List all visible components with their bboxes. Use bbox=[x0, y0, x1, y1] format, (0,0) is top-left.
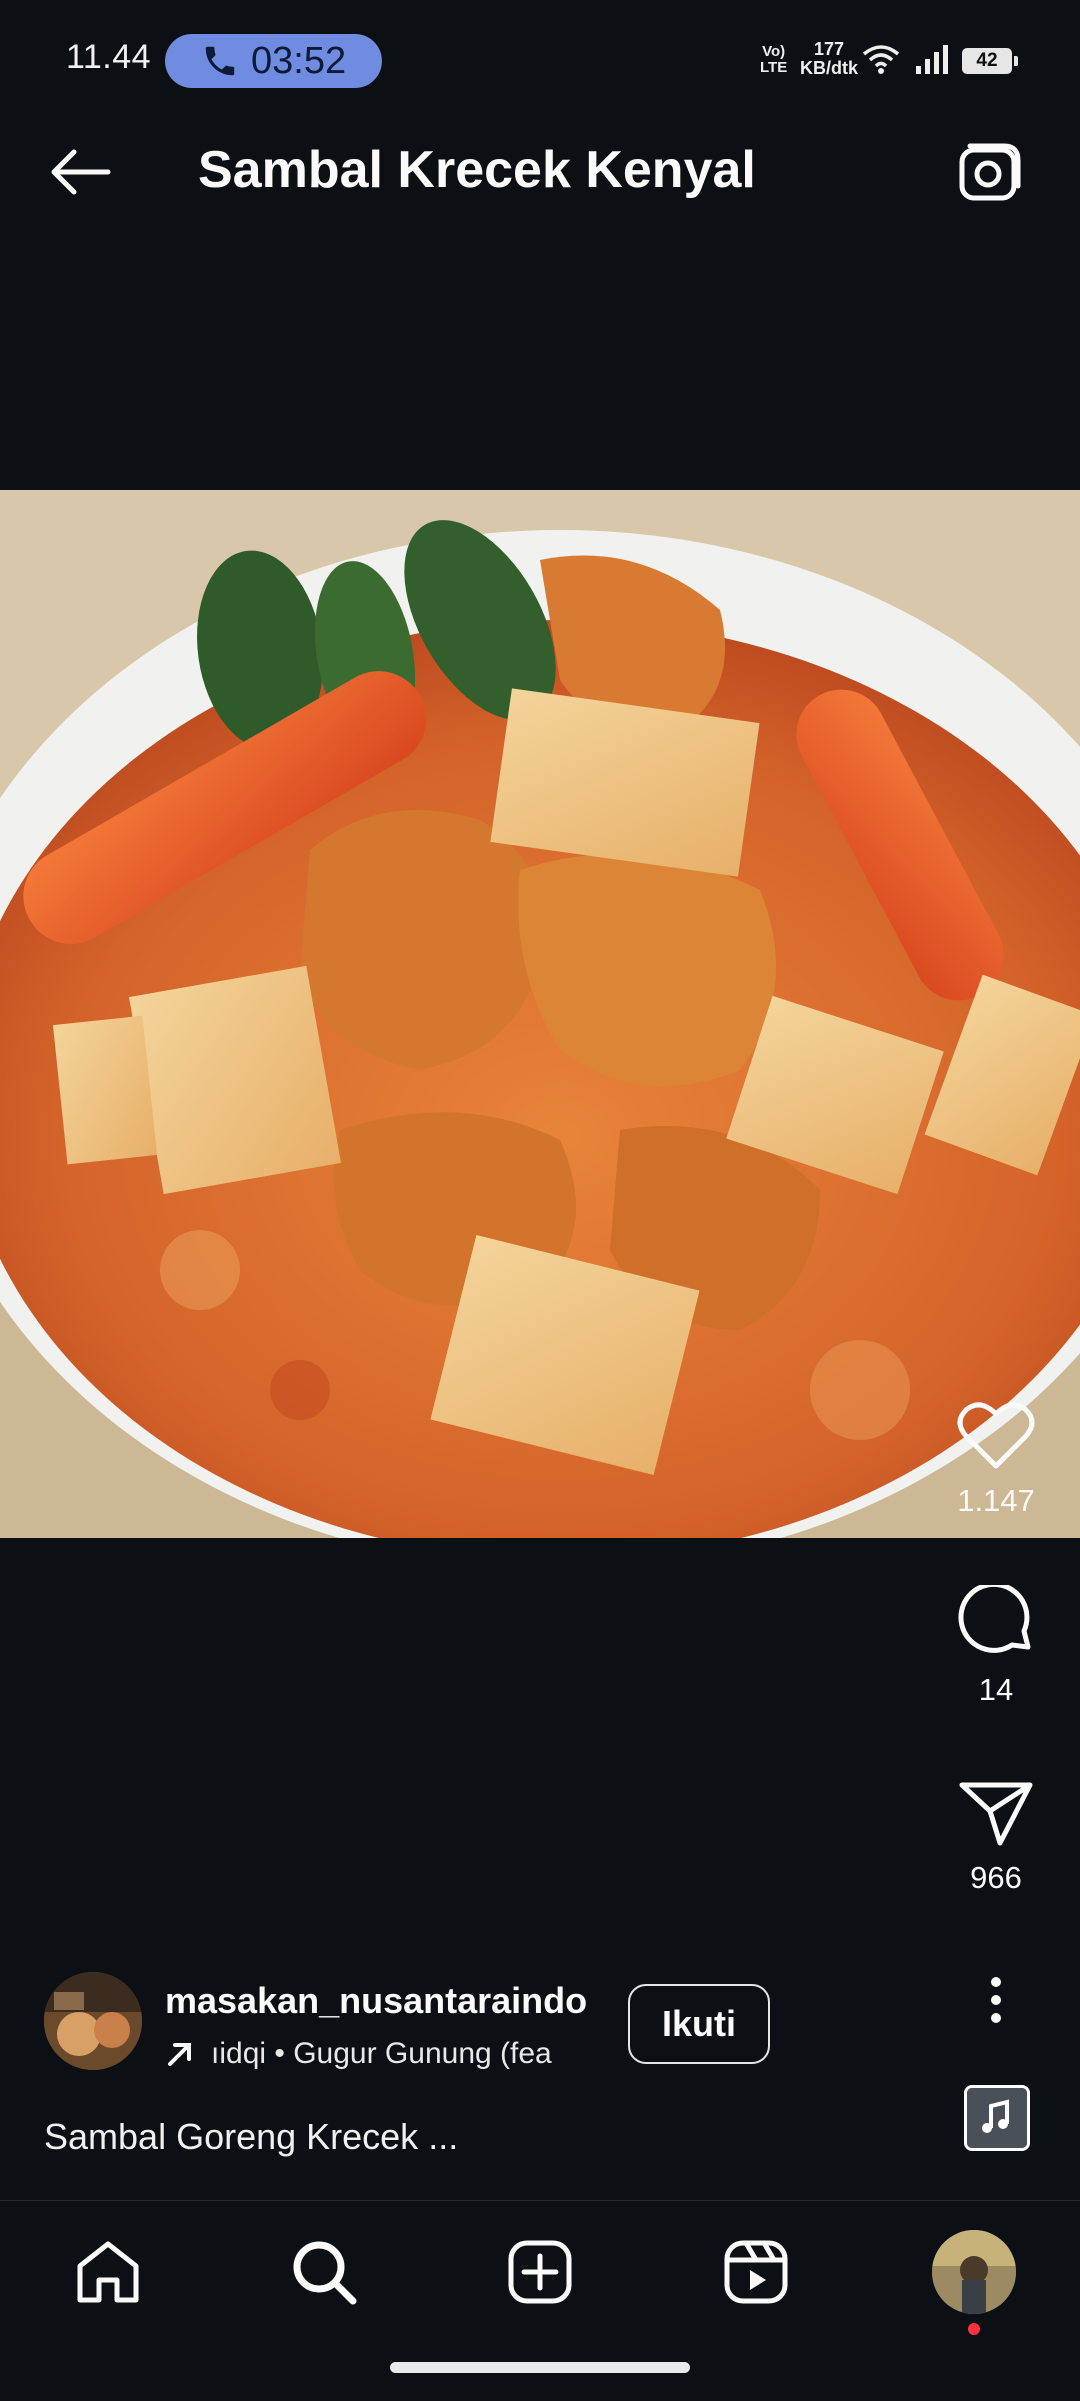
network-speed: 177 KB/dtk bbox=[800, 39, 858, 78]
nav-create[interactable] bbox=[500, 2232, 580, 2312]
audio-attribution[interactable]: ıidqi • Gugur Gunung (fea bbox=[165, 2032, 565, 2076]
like-action[interactable]: 1.147 bbox=[940, 1400, 1052, 1519]
author-username[interactable]: masakan_nusantaraindo bbox=[165, 1980, 587, 2022]
camera-icon bbox=[959, 143, 1021, 201]
music-note-icon bbox=[967, 2088, 1027, 2148]
status-clock: 11.44 bbox=[66, 38, 152, 76]
search-icon bbox=[293, 2241, 357, 2305]
profile-avatar-image bbox=[932, 2230, 1016, 2314]
post-media-image[interactable] bbox=[0, 490, 1080, 1538]
notification-dot bbox=[968, 2323, 980, 2335]
phone-icon bbox=[205, 46, 235, 76]
like-count: 1.147 bbox=[957, 1483, 1035, 1518]
nav-profile[interactable] bbox=[932, 2230, 1016, 2314]
nav-reels[interactable] bbox=[716, 2232, 796, 2312]
nav-home[interactable] bbox=[68, 2232, 148, 2312]
page-title: Sambal Krecek Kenyal bbox=[198, 141, 756, 199]
add-post-icon bbox=[508, 2240, 572, 2304]
nav-search[interactable] bbox=[284, 2232, 364, 2312]
volte-indicator: Vo) LTE bbox=[760, 43, 788, 76]
audio-track-thumbnail[interactable] bbox=[964, 2085, 1030, 2151]
arrow-left-icon bbox=[51, 149, 111, 195]
post-caption[interactable]: Sambal Goreng Krecek ... bbox=[44, 2116, 458, 2158]
comment-icon bbox=[958, 1581, 1031, 1653]
wifi-icon bbox=[862, 45, 900, 74]
avatar-image bbox=[44, 1972, 142, 2070]
camera-button[interactable] bbox=[952, 140, 1028, 204]
back-button[interactable] bbox=[40, 140, 120, 204]
more-vertical-icon bbox=[991, 1977, 1001, 2023]
author-avatar[interactable] bbox=[44, 1972, 142, 2070]
reels-icon bbox=[724, 2240, 788, 2304]
send-icon bbox=[959, 1782, 1033, 1846]
heart-icon bbox=[957, 1402, 1035, 1469]
ongoing-call-chip[interactable]: 03:52 bbox=[165, 34, 382, 88]
comment-count: 14 bbox=[978, 1672, 1014, 1707]
audio-track-name: ıidqi • Gugur Gunung (fea bbox=[205, 2037, 552, 2070]
status-bar: 11.44 03:52 Vo) LTE 177 KB/dtk 42 bbox=[0, 0, 1080, 95]
food-photo bbox=[0, 490, 1080, 1538]
battery-indicator: 42 bbox=[962, 48, 1018, 74]
arrow-up-right-icon bbox=[168, 2043, 191, 2066]
signal-strength-icon bbox=[916, 45, 948, 74]
gesture-home-indicator[interactable] bbox=[390, 2362, 690, 2373]
share-count: 966 bbox=[970, 1860, 1022, 1895]
share-action[interactable]: 966 bbox=[940, 1777, 1052, 1896]
call-timer: 03:52 bbox=[251, 39, 347, 82]
follow-button[interactable]: Ikuti bbox=[628, 1984, 770, 2064]
comment-action[interactable]: 14 bbox=[940, 1581, 1052, 1708]
home-icon bbox=[77, 2241, 139, 2303]
more-options-button[interactable] bbox=[966, 1970, 1026, 2030]
